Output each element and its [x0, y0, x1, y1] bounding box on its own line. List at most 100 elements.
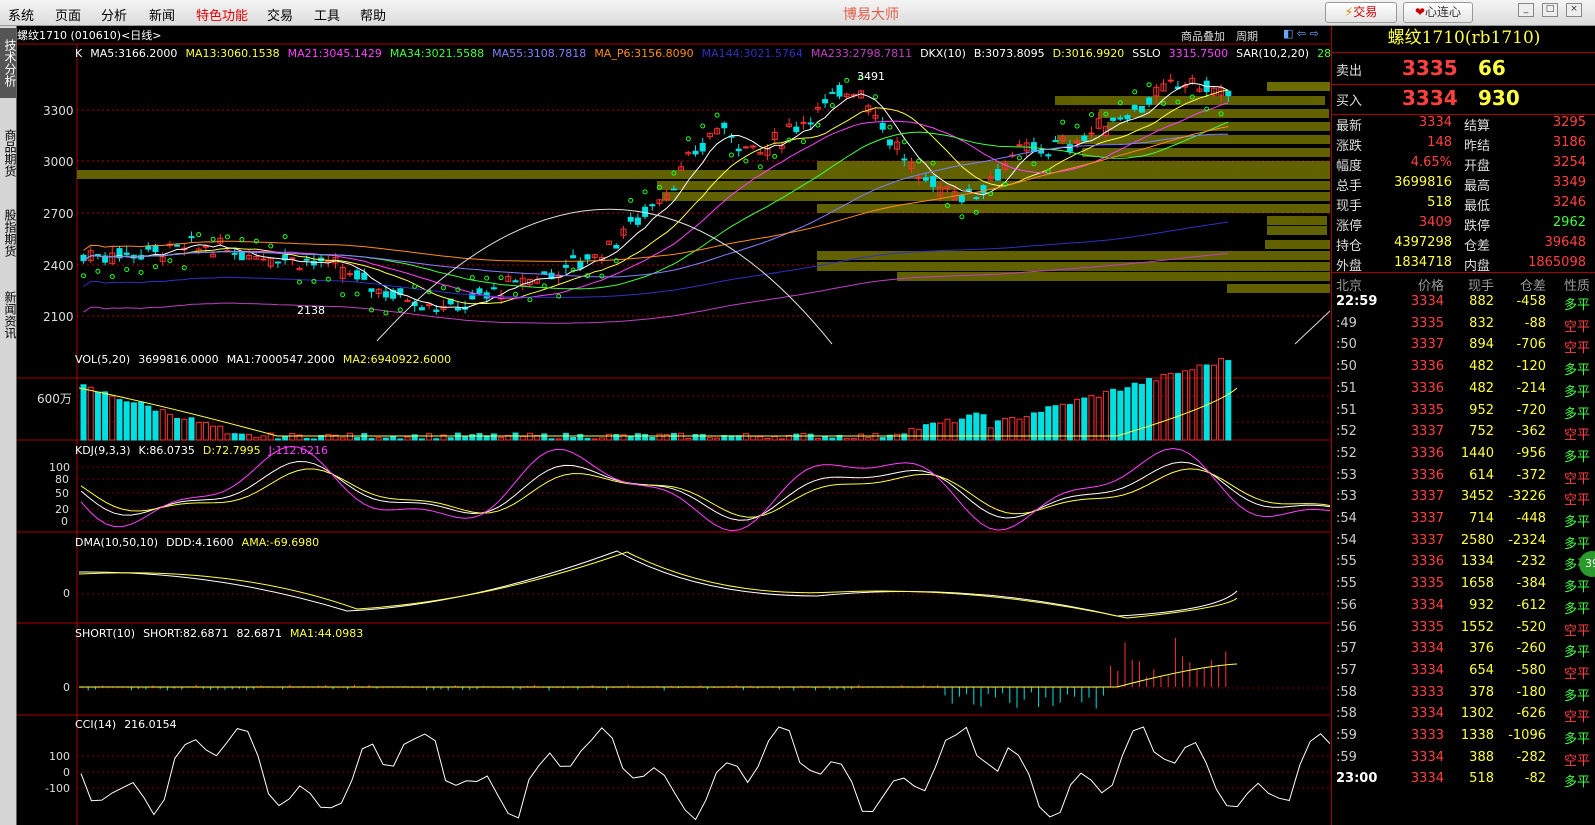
tick-row[interactable]: 23:00 3334 518 -82 多平 — [1332, 769, 1595, 790]
tick-row[interactable]: :53 3336 614 -372 空平 — [1332, 466, 1595, 487]
volume-bar — [210, 425, 217, 441]
candle-body — [670, 188, 677, 191]
volume-bar — [94, 391, 101, 441]
sar-dot — [729, 152, 734, 158]
chart-area[interactable]: 螺纹1710 (010610)<日线> 商品叠加 周期 ◧ ⇦ ⇨ K MA5:3… — [17, 26, 1377, 825]
stat-label: 涨停 — [1336, 219, 1363, 234]
tick-row[interactable]: :57 3334 376 -260 多平 — [1332, 639, 1595, 660]
maximize-icon[interactable]: □ — [1542, 3, 1558, 17]
dma-legend-item-1: DDD:4.1600 — [166, 536, 234, 549]
tick-cell: -580 — [1516, 662, 1546, 678]
vol-legend-item-2: MA1:7000547.2000 — [226, 353, 335, 366]
tab-commodity-futures[interactable]: 商品期货 — [0, 118, 17, 188]
tick-cell: -2324 — [1508, 532, 1546, 548]
tick-cell: 3337 — [1410, 337, 1444, 353]
menu-features[interactable]: 特色功能 — [196, 5, 248, 24]
short-legend-item-1: SHORT:82.6871 — [143, 627, 229, 640]
tick-row[interactable]: :55 3336 1334 -232 多平 — [1332, 552, 1595, 573]
tick-cell: 多平 — [1563, 515, 1590, 530]
tick-row[interactable]: :54 3337 714 -448 多平 — [1332, 509, 1595, 530]
tick-list[interactable]: 22:59 3334 882 -458 多平:49 3335 832 -88 空平:50 3337… — [1332, 292, 1595, 822]
tick-row[interactable]: :50 3336 482 -120 多平 — [1332, 357, 1595, 378]
candle-body — [361, 272, 368, 280]
tick-row[interactable]: :58 3334 1302 -626 空平 — [1332, 704, 1595, 725]
menu-news[interactable]: 新闻 — [149, 5, 175, 24]
tick-cell: -626 — [1516, 706, 1546, 722]
sar-dot — [844, 77, 850, 83]
candle-body — [793, 126, 800, 133]
volume-bar — [310, 438, 317, 441]
tick-row[interactable]: :57 3334 654 -580 空平 — [1332, 661, 1595, 682]
sar-dot — [513, 291, 518, 297]
candle-body — [836, 85, 843, 97]
volume-bar — [80, 384, 87, 441]
volume-bar — [159, 409, 166, 441]
candle-body — [649, 204, 656, 207]
tick-cell: :54 — [1336, 532, 1357, 548]
tick-row[interactable]: :54 3337 2580 -2324 多平 — [1332, 531, 1595, 552]
period-button[interactable]: 周期 — [1236, 28, 1258, 44]
volume-bar — [1138, 383, 1145, 441]
overlay-button[interactable]: 商品叠加 — [1181, 28, 1225, 44]
stat-label: 持仓 — [1336, 239, 1363, 254]
tick-row[interactable]: :58 3333 378 -180 多平 — [1332, 683, 1595, 704]
tick-row[interactable]: :53 3337 3452 -3226 空平 — [1332, 487, 1595, 508]
menu-analysis[interactable]: 分析 — [101, 5, 127, 24]
tab-news-info[interactable]: 新闻资讯 — [0, 280, 17, 350]
short-tick-0: 0 — [63, 681, 70, 694]
stat-value: 148 — [1427, 135, 1452, 150]
tick-row[interactable]: :56 3335 1552 -520 空平 — [1332, 618, 1595, 639]
volume-bar — [303, 438, 310, 441]
menu-tools[interactable]: 工具 — [314, 5, 340, 24]
tab-index-futures[interactable]: 股指期货 — [0, 198, 17, 268]
nav-icons[interactable]: ◧ ⇦ ⇨ — [1283, 27, 1319, 40]
tick-row[interactable]: :51 3335 952 -720 多平 — [1332, 401, 1595, 422]
menu-help[interactable]: 帮助 — [360, 5, 386, 24]
close-icon[interactable]: × — [1566, 3, 1582, 17]
menu-trade[interactable]: 交易 — [267, 5, 293, 24]
tick-row[interactable]: :52 3336 1440 -956 多平 — [1332, 444, 1595, 465]
sar-dot — [138, 270, 144, 276]
tick-row[interactable]: :55 3335 1658 -384 多平 — [1332, 574, 1595, 595]
menu-page[interactable]: 页面 — [55, 5, 81, 24]
tick-row[interactable]: :56 3334 932 -612 多平 — [1332, 596, 1595, 617]
volume-bar — [361, 433, 368, 441]
candle-body — [562, 264, 569, 268]
lightning-icon: ⚡ — [1344, 5, 1354, 19]
sar-dot — [469, 275, 475, 281]
volume-bar — [195, 421, 202, 441]
tab-technical-analysis[interactable]: 技术分析 — [0, 28, 17, 98]
trade-button[interactable]: ⚡交易 — [1325, 2, 1397, 23]
tick-row[interactable]: :59 3334 388 -282 空平 — [1332, 748, 1595, 769]
volume-bar — [1052, 405, 1059, 441]
tick-row[interactable]: :59 3333 1338 -1096 多平 — [1332, 726, 1595, 747]
volume-bar — [289, 432, 296, 441]
tick-cell: 空平 — [1563, 666, 1590, 682]
ma-legend-item-6: MA_P6:3156.8090 — [594, 47, 694, 60]
tick-row[interactable]: :49 3335 832 -88 空平 — [1332, 314, 1595, 335]
volume-bar — [152, 410, 159, 441]
sar-dot — [1132, 89, 1138, 95]
sar-dot — [901, 139, 907, 145]
volume-bar — [577, 433, 584, 441]
tick-cell: 482 — [1469, 380, 1494, 396]
candle-body — [1138, 105, 1145, 113]
stat-value: 2962 — [1552, 215, 1586, 230]
volume-profile-bar — [817, 262, 1330, 271]
tick-cell: 3334 — [1410, 749, 1444, 765]
heart-link-button[interactable]: ❤心连心 — [1403, 2, 1473, 23]
tick-cell: 空平 — [1563, 319, 1590, 335]
volume-bar — [663, 434, 670, 441]
volume-profile-bar — [1099, 109, 1329, 118]
tick-row[interactable]: :51 3336 482 -214 多平 — [1332, 379, 1595, 400]
volume-bar — [678, 432, 685, 441]
tick-row[interactable]: 22:59 3334 882 -458 多平 — [1332, 292, 1595, 313]
volume-profile-bar — [77, 170, 1330, 179]
tick-row[interactable]: :50 3337 894 -706 空平 — [1332, 335, 1595, 356]
menu-system[interactable]: 系统 — [8, 5, 34, 24]
tick-cell: -956 — [1516, 445, 1546, 461]
tick-row[interactable]: :52 3337 752 -362 空平 — [1332, 422, 1595, 443]
quote-stats: 最新 3334 结算 3295 涨跌 148 昨结 3186 幅度 4.65% 开盘 3254 总手 36… — [1332, 114, 1595, 274]
minimize-icon[interactable]: _ — [1518, 3, 1534, 17]
sar-dot — [95, 268, 101, 274]
